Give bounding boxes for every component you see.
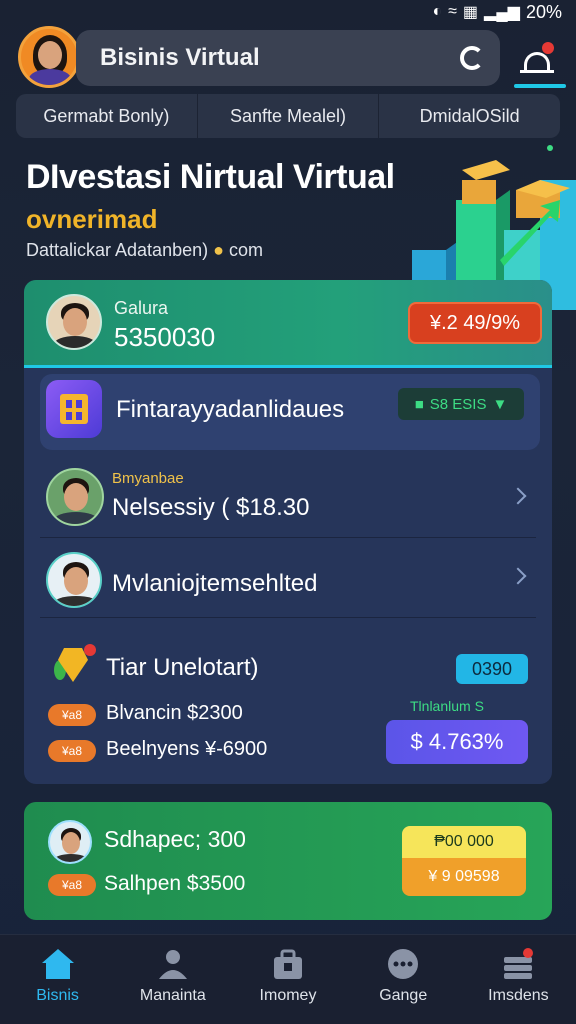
gem-icon: [54, 644, 96, 688]
list-item-tag: Bmyanbae: [112, 470, 184, 487]
value-box-bottom: ¥ 9 09598: [402, 858, 526, 896]
building-icon: [46, 380, 102, 438]
return-badge[interactable]: ¥.2 49/9%: [408, 302, 542, 344]
person-icon: [158, 950, 187, 979]
nav-bisnis[interactable]: Bisnis: [0, 935, 115, 1024]
main-card: Galura 5350030 ¥.2 49/9% Fintarayyadanli…: [24, 280, 552, 784]
list-item[interactable]: Mvlaniojtemsehlted: [40, 542, 536, 618]
summary-line: Sdhapec; 300: [104, 826, 246, 852]
feature-row[interactable]: Fintarayyadanlidaues ■ S8 ESIS ▼: [40, 374, 540, 450]
home-icon: [41, 949, 74, 979]
value-box-top: ₱00 000: [402, 826, 526, 858]
nav-gange[interactable]: Gange: [346, 935, 461, 1024]
chat-dots-icon: [388, 949, 419, 979]
battery-level: 20%: [525, 1, 562, 22]
tier-line: Beelnyens ¥-6900: [106, 738, 268, 760]
lock-icon: ■: [414, 395, 424, 413]
feature-label: Fintarayyadanlidaues: [116, 396, 345, 423]
currency-chip: ¥a8: [48, 874, 96, 896]
chevron-right-icon: [509, 487, 527, 505]
nav-manainta[interactable]: Manainta: [115, 935, 230, 1024]
tab-sanfte[interactable]: Sanfte Mealel): [198, 94, 380, 138]
nav-imomey[interactable]: Imomey: [230, 935, 345, 1024]
stack-icon: [504, 948, 534, 979]
list-item-label: Nelsessiy ( $18.30: [112, 494, 310, 521]
summary-line: Salhpen $3500: [104, 872, 246, 895]
summary-card[interactable]: Sdhapec; 300 ¥a8 Salhpen $3500 ₱00 000 ¥…: [24, 802, 552, 920]
avatar[interactable]: [18, 26, 80, 88]
refresh-icon[interactable]: [460, 46, 484, 70]
yield-button[interactable]: $ 4.763%: [386, 720, 528, 764]
arrow-down-icon: ▼: [492, 395, 508, 413]
avatar: [46, 552, 102, 608]
tier-badge[interactable]: 0390: [456, 654, 528, 684]
nfc-icon: ◐: [432, 3, 443, 20]
signal-icon: ▂▄▆: [484, 4, 520, 21]
hero-caption: Dattalickar Adatanben) ● com: [26, 240, 264, 260]
account-name: Galura: [114, 298, 169, 318]
app-title: Bisinis Virtual: [100, 44, 260, 71]
status-bar: ◐ ≈ ▦ ▂▄▆ 20%: [0, 0, 576, 24]
header-bar[interactable]: Bisinis Virtual: [76, 30, 500, 86]
avatar: [46, 294, 102, 350]
account-amount: 5350030: [114, 322, 216, 352]
notification-dot: [542, 42, 554, 54]
account-summary[interactable]: Galura 5350030 ¥.2 49/9%: [24, 280, 552, 368]
avatar: [48, 820, 92, 864]
person-icon: [524, 52, 550, 70]
list-item-label: Mvlaniojtemsehlted: [112, 570, 318, 597]
hero-title: DIvestasi Nirtual Virtual: [26, 158, 395, 196]
bottom-nav: Bisnis Manainta Imomey Gange Imsdens: [0, 934, 576, 1024]
nav-imsdens[interactable]: Imsdens: [461, 935, 576, 1024]
tab-bar: Germabt Bonly) Sanfte Mealel) DmidalOSil…: [16, 94, 560, 138]
vibrate-icon: ▦: [462, 4, 479, 21]
wifi-icon: ≈: [448, 3, 457, 20]
list-item[interactable]: Bmyanbae Nelsessiy ( $18.30: [40, 462, 536, 538]
briefcase-icon: [274, 949, 302, 979]
chevron-right-icon: [509, 567, 527, 585]
value-box[interactable]: ₱00 000 ¥ 9 09598: [402, 826, 526, 896]
tier-line: Blvancin $2300: [106, 702, 243, 724]
hero-subtitle: ovnerimad: [26, 204, 158, 234]
currency-chip: ¥a8: [48, 704, 96, 726]
avatar: [46, 468, 104, 526]
tier-title: Tiar Unelotart): [106, 654, 259, 681]
status-pill[interactable]: ■ S8 ESIS ▼: [398, 388, 524, 420]
tier-note: Tlnlanlum S: [410, 698, 484, 714]
currency-chip: ¥a8: [48, 740, 96, 762]
profile-button[interactable]: [514, 36, 566, 88]
tab-germabt[interactable]: Germabt Bonly): [16, 94, 198, 138]
tab-dmidal[interactable]: DmidalOSild: [379, 94, 560, 138]
globe-icon: ●: [213, 240, 224, 260]
